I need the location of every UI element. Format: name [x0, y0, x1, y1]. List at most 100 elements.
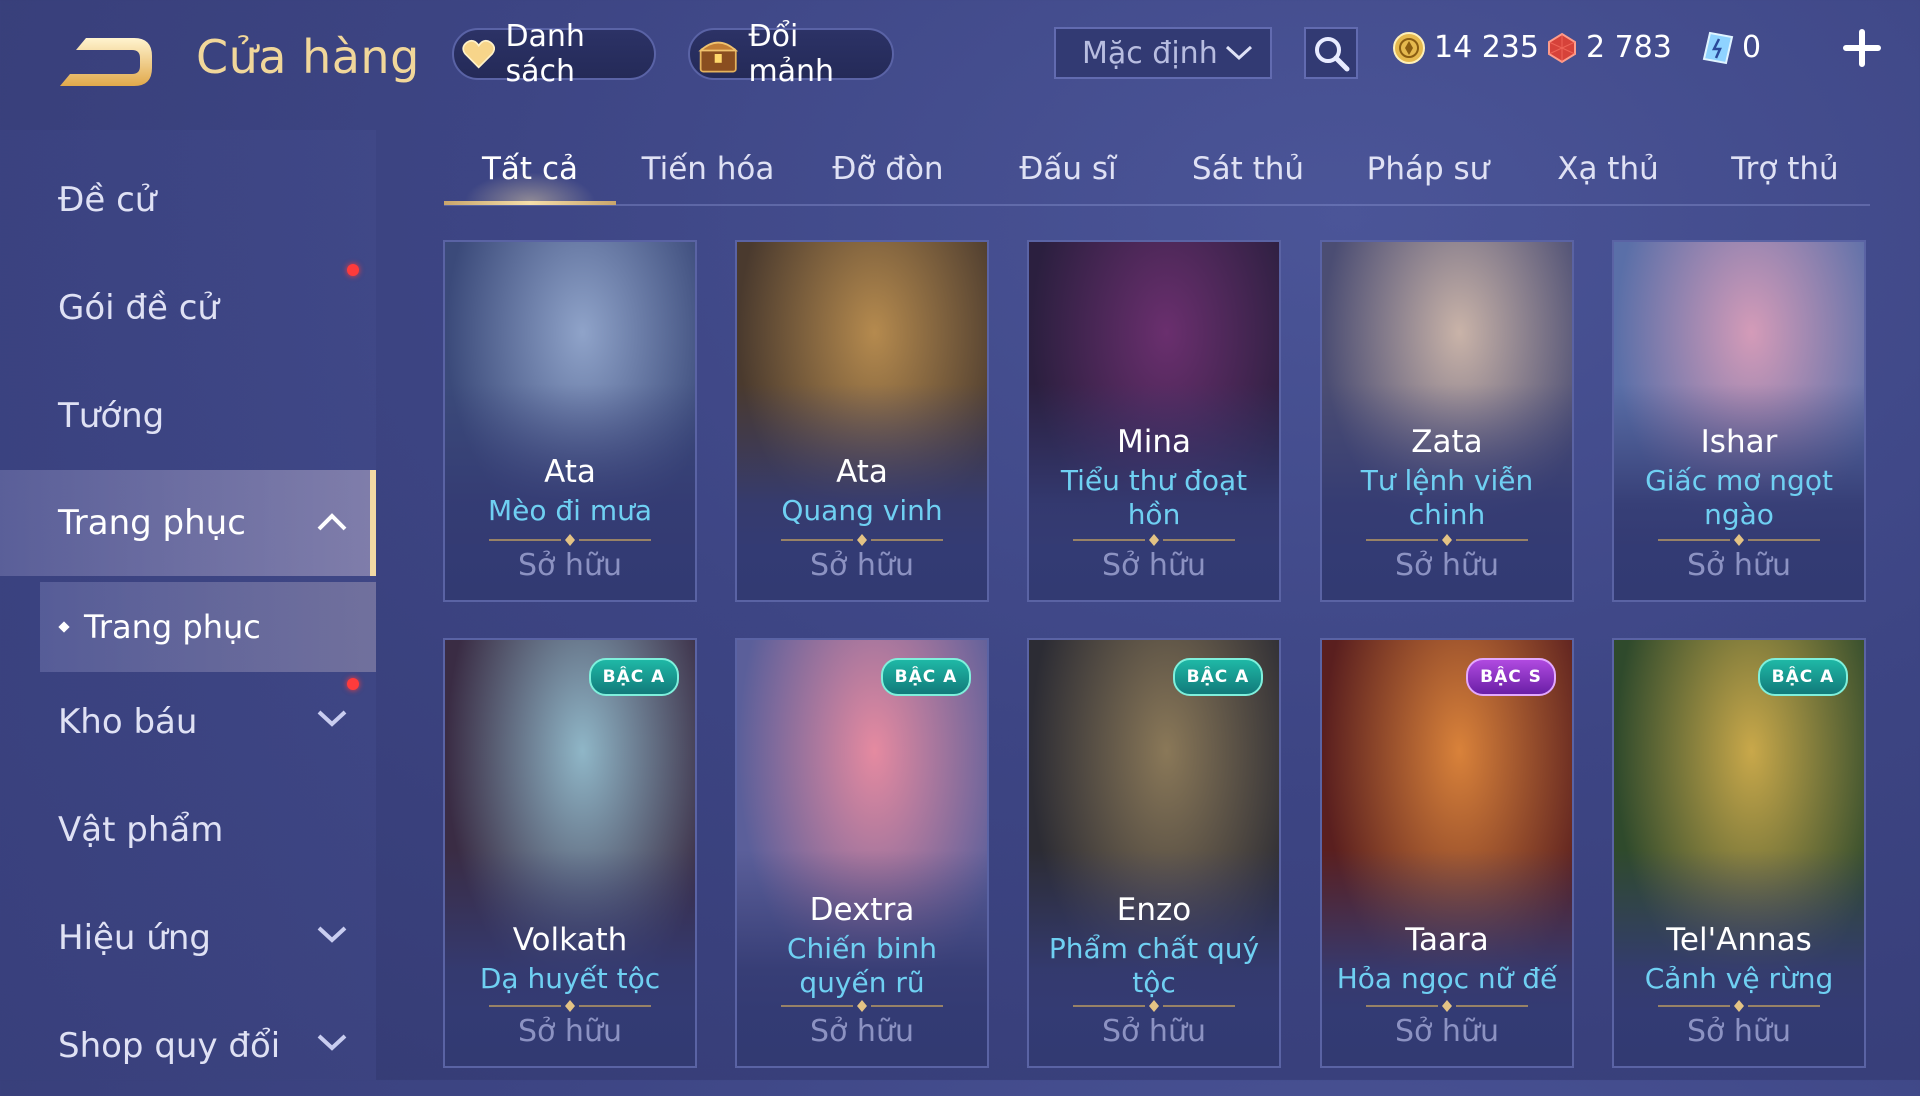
sidebar: Đề cử Gói đề cử Tướng Trang phục Trang p… — [0, 130, 376, 1080]
bullet-icon — [58, 621, 70, 633]
sidebar-subitem-label: Trang phục — [84, 608, 261, 646]
hero-name: Volkath — [512, 922, 628, 958]
hero-name: Ishar — [1700, 424, 1778, 460]
skin-name: Cảnh vệ rừng — [1644, 962, 1834, 995]
ornament-divider — [489, 1000, 651, 1012]
search-button[interactable] — [1304, 27, 1358, 79]
skin-card[interactable]: Zata Tư lệnh viễn chinh Sở hữu — [1320, 240, 1574, 602]
back-arrow-icon — [60, 38, 152, 86]
ownership-status: Sở hữu — [518, 1014, 622, 1049]
sidebar-item-label: Trang phục — [58, 503, 246, 543]
sidebar-item-skins[interactable]: Trang phục — [0, 470, 376, 576]
ownership-status: Sở hữu — [1102, 548, 1206, 583]
tab-all[interactable]: Tất cả — [444, 136, 616, 205]
gold-amount: 14 235 — [1434, 30, 1539, 65]
tab-support[interactable]: Trợ thủ — [1700, 136, 1870, 202]
sidebar-subitem-skins[interactable]: Trang phục — [40, 582, 376, 672]
ownership-status: Sở hữu — [1102, 1014, 1206, 1049]
sidebar-item-heroes[interactable]: Tướng — [0, 366, 372, 466]
hero-name: Enzo — [1116, 892, 1192, 928]
sidebar-item-items[interactable]: Vật phẩm — [0, 780, 372, 880]
ownership-status: Sở hữu — [1395, 1014, 1499, 1049]
skin-card[interactable]: Ata Mèo đi mưa Sở hữu — [443, 240, 697, 602]
skin-card[interactable]: Mina Tiểu thư đoạt hồn Sở hữu — [1027, 240, 1281, 602]
sidebar-item-label: Đề cử — [58, 180, 157, 220]
hero-name: Mina — [1116, 424, 1191, 460]
skin-card[interactable]: Ata Quang vinh Sở hữu — [735, 240, 989, 602]
ornament-divider — [781, 1000, 943, 1012]
shard-exchange-label: Đổi mảnh — [748, 19, 835, 89]
tier-badge: BẬC A — [881, 658, 971, 696]
top-up-button[interactable] — [1840, 26, 1884, 70]
sidebar-item-label: Tướng — [58, 396, 165, 436]
ornament-divider — [1073, 1000, 1235, 1012]
shard-exchange-button[interactable]: Đổi mảnh — [688, 19, 894, 89]
ownership-status: Sở hữu — [810, 548, 914, 583]
heart-icon — [462, 39, 496, 69]
notification-dot — [347, 264, 359, 276]
back-button[interactable] — [56, 34, 156, 88]
tab-mage[interactable]: Pháp sư — [1340, 136, 1516, 202]
ownership-status: Sở hữu — [1687, 1014, 1791, 1049]
skin-name: Phẩm chất quý tộc — [1048, 932, 1260, 999]
favorites-list-button[interactable]: Danh sách — [452, 19, 656, 89]
skin-name: Hỏa ngọc nữ đế — [1336, 962, 1558, 995]
hero-name: Ata — [544, 454, 596, 490]
hero-name: Taara — [1405, 922, 1489, 958]
tier-badge: BẬC A — [589, 658, 679, 696]
sidebar-item-treasure[interactable]: Kho báu — [0, 672, 372, 772]
sort-dropdown[interactable]: Mặc định — [1054, 27, 1272, 79]
ownership-status: Sở hữu — [1687, 548, 1791, 583]
ownership-status: Sở hữu — [1395, 548, 1499, 583]
tab-fighter[interactable]: Đấu sĩ — [980, 136, 1156, 202]
skin-card[interactable]: Tel'Annas Cảnh vệ rừng Sở hữu BẬC A — [1612, 638, 1866, 1068]
skin-name: Dạ huyết tộc — [479, 962, 661, 995]
sort-dropdown-value: Mặc định — [1082, 35, 1218, 71]
chevron-down-icon — [317, 710, 347, 727]
chevron-down-icon — [317, 1034, 347, 1051]
sidebar-item-effects[interactable]: Hiệu ứng — [0, 888, 372, 988]
ornament-divider — [1658, 534, 1820, 546]
voucher-balance: 0 — [1702, 30, 1761, 65]
chevron-down-icon — [317, 926, 347, 943]
sidebar-item-label: Shop quy đổi — [58, 1026, 281, 1066]
tab-assassin[interactable]: Sát thủ — [1160, 136, 1336, 202]
skin-card[interactable]: Dextra Chiến binh quyến rũ Sở hữu BẬC A — [735, 638, 989, 1068]
tier-badge: BẬC A — [1758, 658, 1848, 696]
tier-badge: BẬC A — [1173, 658, 1263, 696]
ornament-divider — [1073, 534, 1235, 546]
sidebar-item-label: Gói đề cử — [58, 288, 219, 328]
skin-name: Tư lệnh viễn chinh — [1360, 464, 1534, 531]
ornament-divider — [489, 534, 651, 546]
sidebar-item-exchange-shop[interactable]: Shop quy đổi — [0, 996, 372, 1096]
hero-name: Ata — [836, 454, 888, 490]
chevron-up-icon — [317, 513, 347, 531]
ruby-amount: 2 783 — [1586, 30, 1672, 65]
search-icon — [1315, 37, 1350, 72]
page-title: Cửa hàng — [196, 30, 420, 84]
voucher-icon — [1702, 31, 1734, 64]
ornament-divider — [1366, 534, 1528, 546]
tier-badge: BẬC S — [1466, 658, 1556, 696]
sidebar-item-recommended[interactable]: Đề cử — [0, 150, 372, 250]
hero-name: Zata — [1411, 424, 1483, 460]
ownership-status: Sở hữu — [810, 1014, 914, 1049]
tab-tank[interactable]: Đỡ đòn — [800, 136, 976, 202]
skin-name: Giấc mơ ngọt ngào — [1645, 464, 1833, 531]
ornament-divider — [1366, 1000, 1528, 1012]
ruby-balance: 2 783 — [1546, 30, 1672, 65]
skin-card[interactable]: Enzo Phẩm chất quý tộc Sở hữu BẬC A — [1027, 638, 1281, 1068]
sidebar-item-recommended-packs[interactable]: Gói đề cử — [0, 258, 372, 358]
voucher-amount: 0 — [1742, 30, 1762, 65]
hero-name: Dextra — [809, 892, 915, 928]
tab-evolution[interactable]: Tiến hóa — [620, 136, 796, 202]
gold-balance: 14 235 — [1392, 30, 1539, 65]
chevron-down-icon — [1225, 45, 1253, 61]
tab-marksman[interactable]: Xạ thủ — [1520, 136, 1696, 202]
skin-name: Tiểu thư đoạt hồn — [1060, 464, 1248, 531]
skin-card[interactable]: Taara Hỏa ngọc nữ đế Sở hữu BẬC S — [1320, 638, 1574, 1068]
skin-name: Quang vinh — [781, 494, 943, 527]
hero-name: Tel'Annas — [1666, 922, 1812, 958]
skin-card[interactable]: Volkath Dạ huyết tộc Sở hữu BẬC A — [443, 638, 697, 1068]
skin-card[interactable]: Ishar Giấc mơ ngọt ngào Sở hữu — [1612, 240, 1866, 602]
